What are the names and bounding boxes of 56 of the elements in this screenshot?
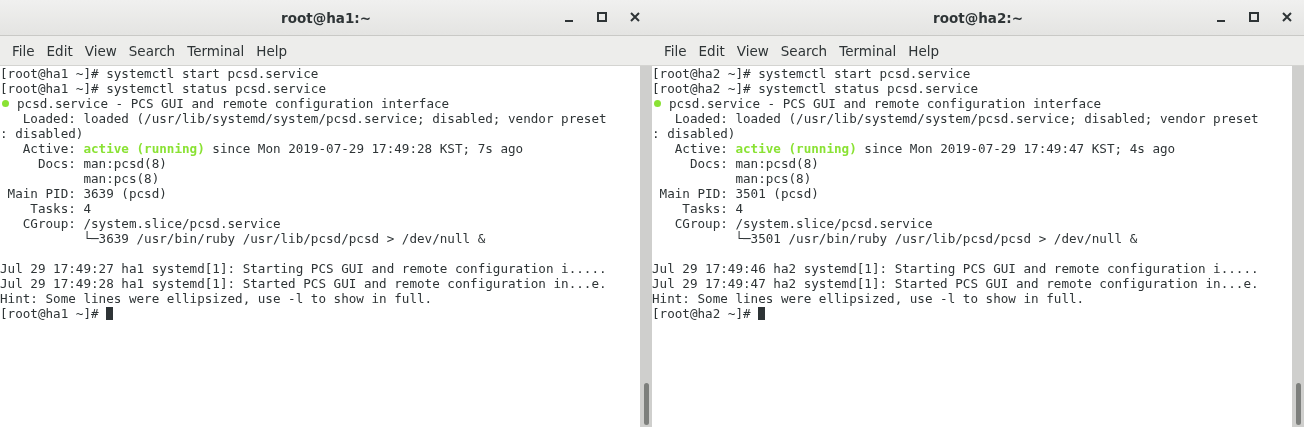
maximize-icon[interactable] (595, 10, 609, 24)
terminal-line: man:pcs(8) (82, 171, 160, 186)
terminal-line: [root@ha1 ~]# systemctl start pcsd.service (0, 66, 319, 81)
menu-item[interactable]: Edit (692, 42, 731, 59)
menu-item[interactable]: Terminal (833, 42, 903, 59)
close-icon[interactable] (1280, 10, 1294, 24)
terminal-prompt: [root@ha1 ~]# (0, 306, 100, 321)
terminal-line: [root@ha1 ~]# systemctl status pcsd.service (0, 81, 327, 96)
terminal-line: pcsd.service - PCS GUI and remote configuration interface (17, 96, 450, 111)
terminal-line: : disabled) (0, 126, 84, 141)
terminal-line: Jul 29 17:49:28 ha1 systemd[1]: Started PCS GUI and remote configuration in...e. (0, 276, 607, 291)
window-title: root@ha1:~ (281, 9, 371, 26)
menu-item[interactable]: Help (902, 42, 946, 59)
terminal-line: Main PID: 3501 (pcsd) (658, 186, 819, 201)
terminal-line: CGroup: /system.slice/pcsd.service (673, 216, 933, 231)
terminal-line: [root@ha2 ~]# systemctl status pcsd.service (652, 81, 979, 96)
scrollbar-thumb[interactable] (1295, 383, 1301, 425)
maximize-icon[interactable] (1247, 10, 1261, 24)
menu-item[interactable]: File (658, 42, 693, 59)
menu-item[interactable]: View (78, 42, 123, 59)
status-dot-icon (2, 100, 9, 107)
menu-item[interactable]: File (6, 42, 41, 59)
terminal-prompt: [root@ha2 ~]# (652, 306, 752, 321)
menu-item[interactable]: Search (122, 42, 182, 59)
terminal-line: Jul 29 17:49:46 ha2 systemd[1]: Starting PCS GUI and remote configuration i..... (652, 261, 1259, 276)
menu-item[interactable]: Help (250, 42, 294, 59)
terminal-line: pcsd.service - PCS GUI and remote configuration interface (669, 96, 1102, 111)
menu-item[interactable]: View (730, 42, 775, 59)
terminal-line: Main PID: 3639 (pcsd) (6, 186, 167, 201)
terminal-line: └─3639 /usr/bin/ruby /usr/lib/pcsd/pcsd > /dev/null & (82, 231, 486, 246)
cursor-icon (106, 307, 114, 320)
menu-item[interactable]: Terminal (181, 42, 251, 59)
menu-item[interactable]: Edit (40, 42, 79, 59)
menu-item[interactable]: Search (774, 42, 834, 59)
terminal-line: Docs: man:pcsd(8) (36, 156, 167, 171)
cursor-icon (758, 307, 766, 320)
terminal-line: Jul 29 17:49:27 ha1 systemd[1]: Starting PCS GUI and remote configuration i..... (0, 261, 607, 276)
terminal-line: : disabled) (652, 126, 736, 141)
window-title: root@ha2:~ (933, 9, 1023, 26)
terminal-line: Active: active (running) since Mon 2019-07-29 17:49:47 KST; 4s ago (673, 141, 1176, 156)
terminal-line: Jul 29 17:49:47 ha2 systemd[1]: Started PCS GUI and remote configuration in...e. (652, 276, 1259, 291)
terminal-line: Active: active (running) since Mon 2019-07-29 17:49:28 KST; 7s ago (21, 141, 524, 156)
terminal-line: Loaded: loaded (/usr/lib/systemd/system/pcsd.service; disabled; vendor preset (21, 111, 607, 126)
status-dot-icon (654, 100, 661, 107)
terminal-line: └─3501 /usr/bin/ruby /usr/lib/pcsd/pcsd > /dev/null & (734, 231, 1138, 246)
scrollbar-thumb[interactable] (643, 383, 649, 425)
terminal-line: Loaded: loaded (/usr/lib/systemd/system/pcsd.service; disabled; vendor preset (673, 111, 1259, 126)
close-icon[interactable] (628, 10, 642, 24)
terminal-line: Hint: Some lines were ellipsized, use -l to show in full. (652, 291, 1085, 306)
terminal-line: man:pcs(8) (734, 171, 812, 186)
terminal-line: Hint: Some lines were ellipsized, use -l to show in full. (0, 291, 433, 306)
terminal-line: Tasks: 4 (681, 201, 743, 216)
terminal-line: Docs: man:pcsd(8) (688, 156, 819, 171)
terminal-line: CGroup: /system.slice/pcsd.service (21, 216, 281, 231)
terminal-line: [root@ha2 ~]# systemctl start pcsd.service (652, 66, 971, 81)
terminal-line: Tasks: 4 (29, 201, 91, 216)
